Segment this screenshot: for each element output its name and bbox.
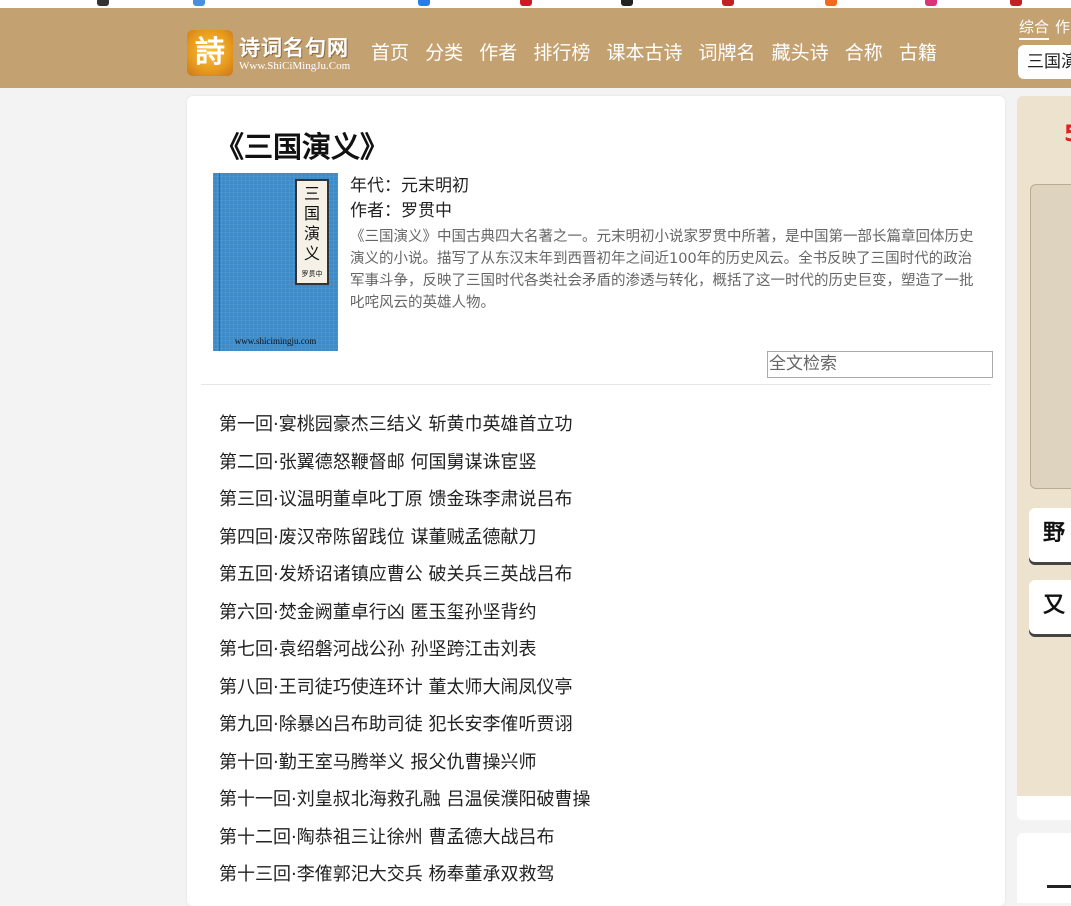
cover-title: 三国演义	[303, 184, 320, 263]
nav-authors[interactable]: 作者	[479, 38, 517, 65]
logo-mark: 詩	[187, 30, 233, 76]
sidebar-footer	[1017, 796, 1071, 820]
nav-heching[interactable]: 合称	[845, 38, 883, 65]
nav-cipai[interactable]: 词牌名	[699, 38, 756, 65]
chapter-link[interactable]: 第十回·勤王室马腾举义 报父仇曹操兴师	[219, 744, 590, 782]
era-label: 年代：	[350, 176, 401, 196]
chapter-link[interactable]: 第三回·议温明董卓叱丁原 馈金珠李肃说吕布	[219, 481, 590, 519]
right-sidebar: 5 野 又	[1017, 96, 1071, 796]
nav-category[interactable]: 分类	[425, 38, 463, 65]
cover-url: www.shicimingju.com	[234, 336, 317, 346]
tab-author[interactable]: 作	[1055, 18, 1070, 36]
chapter-link[interactable]: 第一回·宴桃园豪杰三结义 斩黄巾英雄首立功	[219, 406, 590, 444]
era-value: 元末明初	[401, 176, 469, 196]
cover-binding	[213, 173, 220, 351]
sidebar-lower-card	[1017, 833, 1071, 903]
nav-textbook-poems[interactable]: 课本古诗	[606, 38, 682, 65]
bookmarks-bar	[0, 0, 1071, 8]
page-title: 《三国演义》	[215, 130, 390, 164]
chapter-link[interactable]: 第四回·废汉帝陈留践位 谋董贼孟德献刀	[219, 519, 590, 557]
author-label: 作者：	[350, 201, 401, 221]
logo-url: Www.ShiCiMingJu.Com	[239, 60, 351, 72]
book-cover-image: 三国演义 罗贯中 www.shicimingju.com	[213, 173, 338, 351]
site-header: 詩 诗词名句网 Www.ShiCiMingJu.Com 首页 分类 作者 排行榜…	[0, 8, 1071, 88]
cover-label: 三国演义 罗贯中	[295, 179, 329, 285]
cover-author: 罗贯中	[301, 270, 323, 278]
chapter-link[interactable]: 第十二回·陶恭祖三让徐州 曹孟德大战吕布	[219, 819, 590, 857]
tab-general[interactable]: 综合	[1019, 18, 1050, 40]
book-meta: 年代：元末明初 作者：罗贯中	[350, 174, 469, 224]
sidebar-button-you[interactable]: 又	[1029, 580, 1071, 634]
site-logo[interactable]: 詩 诗词名句网 Www.ShiCiMingJu.Com	[187, 30, 357, 78]
bookmark-icon[interactable]	[1010, 0, 1022, 6]
book-card: 《三国演义》 三国演义 罗贯中 www.shicimingju.com 年代：元…	[187, 96, 1005, 906]
author-row: 作者：罗贯中	[350, 199, 469, 224]
chapter-link[interactable]: 第八回·王司徒巧使连环计 董太师大闹凤仪亭	[219, 669, 590, 707]
bookmark-icon[interactable]	[722, 0, 734, 6]
chapter-link[interactable]: 第二回·张翼德怒鞭督邮 何国舅谋诛宦竖	[219, 444, 590, 482]
bookmark-icon[interactable]	[825, 0, 837, 6]
era-row: 年代：元末明初	[350, 174, 469, 199]
bookmark-icon[interactable]	[193, 0, 205, 6]
bookmark-icon[interactable]	[925, 0, 937, 6]
bookmark-icon[interactable]	[418, 0, 430, 6]
divider	[201, 384, 991, 385]
sidebar-lower-rule	[1047, 885, 1071, 888]
sidebar-button-ye[interactable]: 野	[1029, 508, 1071, 562]
chapter-link[interactable]: 第五回·发矫诏诸镇应曹公 破关兵三英战吕布	[219, 556, 590, 594]
bookmark-icon[interactable]	[621, 0, 633, 6]
sidebar-panel	[1030, 184, 1071, 489]
sidebar-red-glyph: 5	[1064, 122, 1071, 147]
chapter-link[interactable]: 第七回·袁绍磐河战公孙 孙坚跨江击刘表	[219, 631, 590, 669]
nav-classics[interactable]: 古籍	[899, 38, 937, 65]
author-value[interactable]: 罗贯中	[401, 201, 452, 221]
bookmark-icon[interactable]	[520, 0, 532, 6]
chapter-link[interactable]: 第十三回·李傕郭汜大交兵 杨奉董承双救驾	[219, 856, 590, 894]
chapter-link[interactable]: 第九回·除暴凶吕布助司徒 犯长安李傕听贾诩	[219, 706, 590, 744]
book-description: 《三国演义》中国古典四大名著之一。元末明初小说家罗贯中所著，是中国第一部长篇章回…	[350, 229, 974, 311]
logo-name: 诗词名句网	[239, 35, 349, 60]
search-input[interactable]: 三国演	[1018, 45, 1071, 79]
chapter-list: 第一回·宴桃园豪杰三结义 斩黄巾英雄首立功 第二回·张翼德怒鞭督邮 何国舅谋诛宦…	[219, 406, 590, 894]
nav-ranking[interactable]: 排行榜	[533, 38, 590, 65]
nav-acrostic[interactable]: 藏头诗	[772, 38, 829, 65]
nav-home[interactable]: 首页	[371, 38, 409, 65]
bookmark-icon[interactable]	[97, 0, 109, 6]
chapter-link[interactable]: 第六回·焚金阙董卓行凶 匿玉玺孙坚背约	[219, 594, 590, 632]
chapter-link[interactable]: 第十一回·刘皇叔北海救孔融 吕温侯濮阳破曹操	[219, 781, 590, 819]
search-tabs: 综合作	[1019, 16, 1070, 40]
main-nav: 首页 分类 作者 排行榜 课本古诗 词牌名 藏头诗 合称 古籍	[371, 38, 948, 65]
fulltext-search-input[interactable]: 全文检索	[767, 351, 993, 378]
